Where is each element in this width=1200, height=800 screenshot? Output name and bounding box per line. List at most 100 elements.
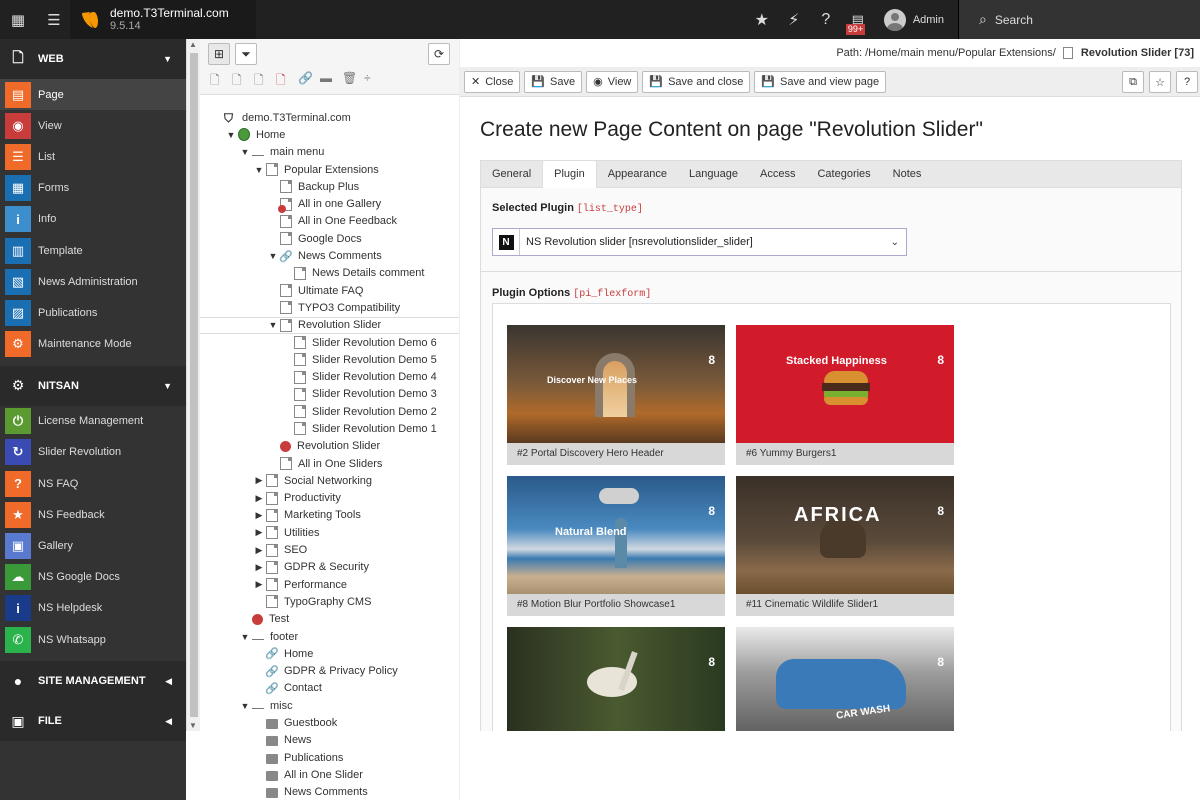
slider-card[interactable]: Stacked Happiness 8 #6 Yummy Burgers1	[736, 325, 954, 465]
tree-node[interactable]: Slider Revolution Demo 6	[200, 334, 459, 351]
tree-node[interactable]: News Comments	[200, 784, 459, 800]
module-license-management[interactable]: ⏻ License Management	[0, 406, 186, 437]
tree-node[interactable]: ▼ Popular Extensions	[200, 161, 459, 178]
tree-node[interactable]: ▼ main menu	[200, 144, 459, 161]
module-page[interactable]: ▤ Page	[0, 79, 186, 111]
tab-language[interactable]: Language	[678, 161, 749, 187]
filter-button[interactable]: ⏷	[235, 43, 257, 65]
tree-node[interactable]: ▶ GDPR & Security	[200, 559, 459, 576]
new-user-page-icon[interactable]: 🗋	[232, 71, 242, 92]
module-template[interactable]: ▥ Template	[0, 235, 186, 266]
tab-plugin[interactable]: Plugin	[542, 161, 597, 190]
new-shortcut-icon[interactable]: 🗋	[254, 71, 264, 92]
tree-node[interactable]: ▼ misc	[200, 697, 459, 714]
tree-node[interactable]: Backup Plus	[200, 178, 459, 195]
module-ns-whatsapp[interactable]: ✆ NS Whatsapp	[0, 624, 186, 655]
collapse-icon[interactable]: ▼	[226, 130, 236, 140]
bookmark-button[interactable]: ☆	[1149, 71, 1171, 93]
open-new-window-button[interactable]: ⧉	[1122, 71, 1144, 93]
close-button[interactable]: ✕ Close	[464, 70, 521, 93]
tree-node[interactable]: All in one Gallery	[200, 195, 459, 213]
expand-icon[interactable]: ▶	[254, 510, 264, 521]
module-publications[interactable]: ▨ Publications	[0, 297, 186, 328]
tab-notes[interactable]: Notes	[882, 161, 933, 187]
tree-node[interactable]: All in One Sliders	[200, 455, 459, 472]
collapse-icon[interactable]: ▼	[268, 320, 278, 330]
expand-icon[interactable]: ▶	[254, 562, 264, 573]
module-gallery[interactable]: ▣ Gallery	[0, 530, 186, 561]
new-separator-icon[interactable]: ÷	[364, 71, 371, 85]
tree-node[interactable]: Publications	[200, 749, 459, 766]
tree-node[interactable]: Slider Revolution Demo 1	[200, 420, 459, 437]
tree-node[interactable]: Test	[200, 611, 459, 628]
clear-cache-button[interactable]: ⚡	[778, 0, 810, 39]
module-slider-revolution[interactable]: ↻ Slider Revolution	[0, 437, 186, 468]
bookmarks-button[interactable]: ★	[746, 0, 778, 39]
module-maintenance-mode[interactable]: ⚙ Maintenance Mode	[0, 329, 186, 360]
tree-node[interactable]: ▶ SEO	[200, 541, 459, 558]
save-button[interactable]: 💾 Save	[524, 70, 583, 93]
module-group-site-management[interactable]: ● SITE MANAGEMENT ◀	[0, 661, 186, 702]
collapse-icon[interactable]: ▼	[268, 251, 278, 261]
save-close-button[interactable]: 💾 Save and close	[642, 70, 751, 93]
new-link-icon[interactable]: 🔗	[298, 71, 313, 85]
tree-node[interactable]: Slider Revolution Demo 3	[200, 386, 459, 403]
collapse-icon[interactable]: ▼	[240, 147, 250, 157]
tree-node[interactable]: All in One Feedback	[200, 213, 459, 230]
expand-icon[interactable]: ▶	[254, 475, 264, 486]
search-field[interactable]: ⌕ Search	[958, 0, 1200, 39]
tab-general[interactable]: General	[481, 161, 542, 187]
module-ns-google-docs[interactable]: ☁ NS Google Docs	[0, 562, 186, 593]
module-group-web[interactable]: 🗋 WEB ▼	[0, 39, 186, 79]
tab-access[interactable]: Access	[749, 161, 806, 187]
refresh-tree-button[interactable]: ⟳	[428, 43, 450, 65]
tree-node[interactable]: ▶ Utilities	[200, 524, 459, 541]
tree-node[interactable]: TYPO3 Compatibility	[200, 299, 459, 316]
collapse-icon[interactable]: ▼	[240, 701, 250, 711]
tree-node[interactable]: ▶ Productivity	[200, 490, 459, 507]
tree-node[interactable]: ▼ footer	[200, 628, 459, 645]
tree-node[interactable]: 🔗 Contact	[200, 680, 459, 697]
collapse-icon[interactable]: ▼	[240, 632, 250, 642]
module-ns-helpdesk[interactable]: i NS Helpdesk	[0, 593, 186, 624]
module-view[interactable]: ◉ View	[0, 110, 186, 141]
tree-node[interactable]: ▼ Revolution Slider	[200, 316, 459, 334]
recycler-icon[interactable]: 🗑	[342, 71, 357, 85]
tree-node[interactable]: News	[200, 732, 459, 749]
page-tree-toggle[interactable]: ☰	[36, 0, 72, 39]
tab-categories[interactable]: Categories	[806, 161, 881, 187]
tree-node[interactable]: News Details comment	[200, 265, 459, 282]
module-group-nitsan[interactable]: ⚙ NITSAN ▼	[0, 365, 186, 406]
collapse-icon[interactable]: ▼	[254, 165, 264, 175]
module-list[interactable]: ☰ List	[0, 141, 186, 172]
site-logo-area[interactable]: demo.T3Terminal.com 9.5.14	[70, 0, 256, 39]
slider-card[interactable]: Natural Blend 8 #8 Motion Blur Portfolio…	[507, 476, 725, 616]
help-button[interactable]: ?	[1176, 71, 1198, 93]
new-folder-icon[interactable]: ▬	[320, 71, 332, 85]
tree-node[interactable]: 🔗 GDPR & Privacy Policy	[200, 663, 459, 680]
module-ns-faq[interactable]: ? NS FAQ	[0, 468, 186, 499]
tree-node[interactable]: All in One Slider	[200, 766, 459, 783]
module-forms[interactable]: ▦ Forms	[0, 173, 186, 204]
tree-node[interactable]: TypoGraphy CMS	[200, 593, 459, 610]
tree-node[interactable]: ▶ Social Networking	[200, 472, 459, 489]
tree-node[interactable]: ▼ Home	[200, 126, 459, 143]
plugin-select[interactable]: N NS Revolution slider [nsrevolutionslid…	[492, 228, 907, 256]
module-info[interactable]: i Info	[0, 204, 186, 235]
slider-card[interactable]: AFRICA 8 #11 Cinematic Wildlife Slider1	[736, 476, 954, 616]
tree-node[interactable]: Revolution Slider	[200, 438, 459, 455]
tree-node[interactable]: ▶ Marketing Tools	[200, 507, 459, 524]
tree-node[interactable]: ▼ 🔗 News Comments	[200, 247, 459, 264]
tree-node[interactable]: Ultimate FAQ	[200, 282, 459, 299]
user-menu[interactable]: Admin	[874, 0, 958, 39]
view-button[interactable]: ◉ View	[586, 70, 639, 93]
module-news-administration[interactable]: ▧ News Administration	[0, 266, 186, 297]
tree-node[interactable]: 🔗 Home	[200, 645, 459, 662]
scroll-up-icon[interactable]: ▲	[189, 40, 197, 49]
tree-node[interactable]: ▶ Performance	[200, 576, 459, 593]
module-menu-toggle[interactable]: ▦	[0, 0, 36, 39]
expand-icon[interactable]: ▶	[254, 527, 264, 538]
scrollbar-thumb[interactable]	[190, 53, 198, 717]
new-page-icon[interactable]: 🗋	[210, 71, 220, 92]
tab-appearance[interactable]: Appearance	[597, 161, 678, 187]
